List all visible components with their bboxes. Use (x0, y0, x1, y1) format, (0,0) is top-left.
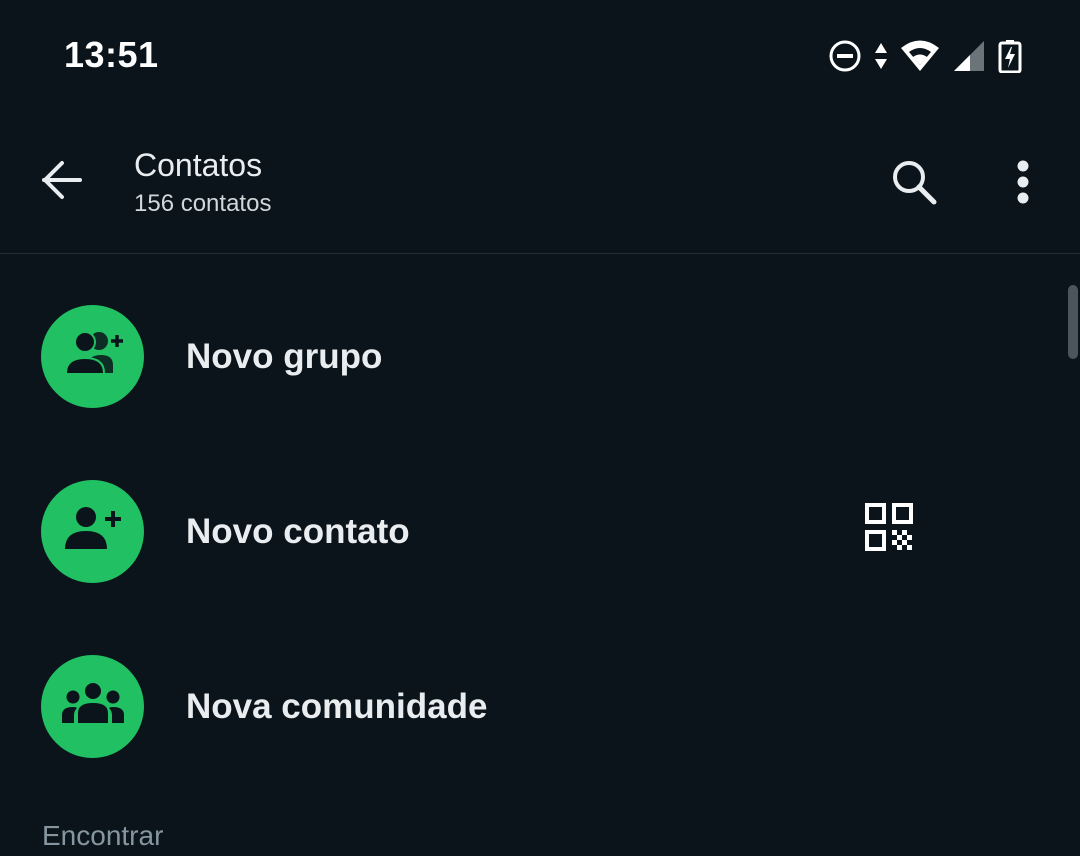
new-contact-avatar (41, 480, 144, 583)
arrow-back-icon (40, 158, 84, 207)
find-section-header: Encontrar (42, 820, 164, 851)
do-not-disturb-icon (828, 39, 862, 73)
qr-code-button[interactable] (852, 492, 926, 566)
status-icons (828, 36, 1022, 76)
new-group-item[interactable]: Novo grupo (0, 281, 1060, 431)
contacts-count: 156 contatos (134, 190, 272, 217)
app-bar: Contatos 156 contatos (0, 112, 1080, 254)
person-add-icon (62, 505, 124, 558)
new-community-avatar (41, 655, 144, 758)
status-time: 13:51 (64, 34, 159, 75)
new-community-label: Nova comunidade (186, 687, 488, 726)
more-options-button[interactable] (994, 152, 1052, 216)
battery-charging-icon (998, 39, 1022, 73)
data-transfer-icon (874, 41, 888, 71)
search-icon (890, 158, 938, 211)
wifi-icon (900, 39, 940, 73)
community-icon (60, 683, 126, 730)
new-group-avatar (41, 305, 144, 408)
contacts-screen: 13:51 Contatos 156 contatos Novo grupo N… (0, 0, 1080, 856)
scrollbar-thumb[interactable] (1068, 285, 1078, 359)
new-contact-item[interactable]: Novo contato (0, 456, 1060, 606)
new-group-label: Novo grupo (186, 337, 383, 376)
cell-signal-icon (952, 39, 986, 73)
status-bar: 13:51 (0, 0, 1080, 112)
group-add-icon (61, 329, 125, 384)
search-button[interactable] (880, 152, 948, 216)
more-vert-icon (1016, 160, 1030, 209)
title-block: Contatos 156 contatos (134, 146, 271, 218)
new-community-item[interactable]: Nova comunidade (0, 631, 1060, 781)
page-title: Contatos (134, 147, 263, 183)
new-contact-label: Novo contato (186, 512, 410, 551)
qr-code-icon (865, 502, 913, 556)
back-button[interactable] (30, 150, 94, 214)
